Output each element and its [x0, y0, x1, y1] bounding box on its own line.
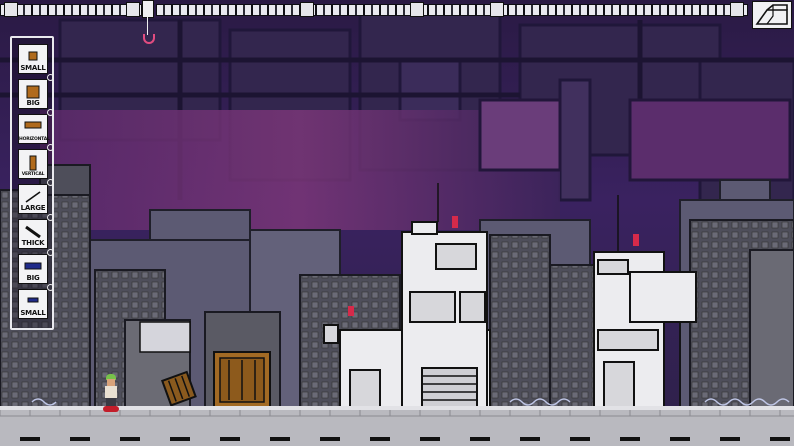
menu-button[interactable] [752, 1, 792, 29]
thick-ramp-icon [25, 225, 41, 239]
tool-badge [47, 179, 54, 186]
tool-badge [47, 249, 54, 256]
cube-menu-icon [755, 4, 788, 25]
billboard [478, 98, 562, 172]
tool-badge [47, 109, 54, 116]
tool-large-ramp[interactable]: LARGE [18, 179, 54, 214]
tool-label: HORIZONTAL [19, 137, 50, 142]
panel-right [628, 98, 792, 182]
tool-big-platform[interactable]: BIG [18, 249, 54, 284]
large-ramp-icon [25, 191, 41, 203]
rail-node [300, 2, 314, 17]
tool-badge [47, 74, 54, 81]
tool-small-crate[interactable]: SMALL [18, 44, 48, 74]
build-toolbar: SMALL BIG HORIZONTAL VERTICAL LARGE THIC… [10, 36, 54, 330]
tool-label: VERTICAL [21, 172, 45, 177]
tool-small-platform[interactable]: SMALL [18, 284, 54, 319]
crane-trolley [142, 0, 154, 18]
tool-horizontal-block[interactable]: HORIZONTAL [18, 109, 54, 144]
rail-node [126, 2, 140, 17]
big-crate-icon [26, 85, 40, 99]
big-platform-icon [24, 262, 42, 270]
crane-rail-right [156, 4, 748, 16]
tool-label: THICK [21, 239, 45, 247]
player-character[interactable] [102, 374, 120, 412]
rail-node [490, 2, 504, 17]
vertical-block-icon [29, 155, 37, 171]
tool-label: SMALL [20, 309, 46, 317]
small-platform-icon [27, 297, 39, 303]
street-sign [139, 321, 191, 353]
small-crate-icon [28, 51, 38, 61]
game-viewport[interactable]: SMALL BIG HORIZONTAL VERTICAL LARGE THIC… [0, 0, 794, 446]
tool-badge [47, 284, 54, 291]
crane-rail-left [0, 4, 142, 16]
rail-node [410, 2, 424, 17]
tool-label: SMALL [20, 64, 46, 72]
rail-node [4, 2, 18, 17]
big-crate [213, 351, 271, 409]
horizontal-block-icon [24, 121, 42, 129]
tool-vertical-block[interactable]: VERTICAL [18, 144, 54, 179]
tool-label: BIG [26, 99, 40, 107]
tool-badge [47, 144, 54, 151]
tool-label: BIG [26, 274, 40, 282]
crane-rope [147, 17, 148, 35]
crane-rail [0, 0, 794, 18]
rail-node [730, 2, 744, 17]
tool-badge [47, 214, 54, 221]
tool-big-crate[interactable]: BIG [18, 74, 54, 109]
tool-label: LARGE [20, 204, 46, 212]
tool-thick-ramp[interactable]: THICK [18, 214, 54, 249]
player-torso [105, 386, 117, 398]
player-shoes [103, 406, 119, 412]
crane-hook[interactable] [141, 0, 155, 44]
player-head [107, 379, 115, 386]
